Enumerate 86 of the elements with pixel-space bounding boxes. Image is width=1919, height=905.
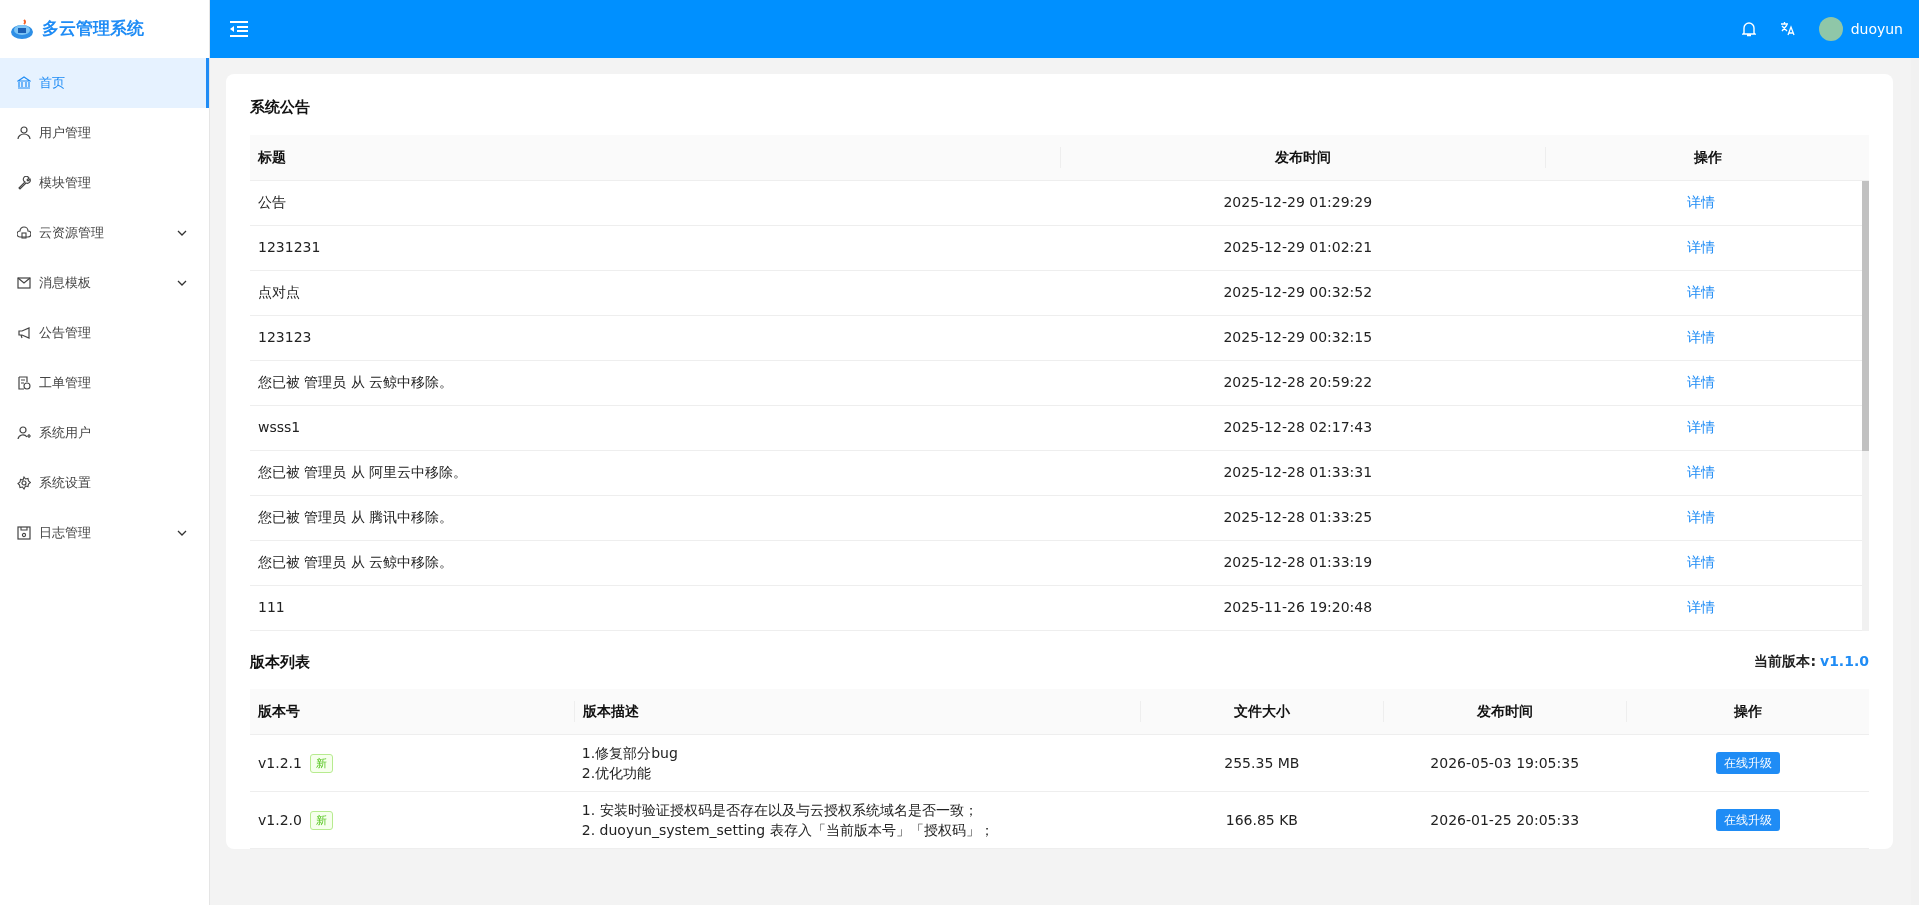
table-cell-text: 2025-12-29 01:29:29 (1222, 193, 1374, 212)
table-cell-text: 您已被 管理员 从 腾讯中移除。 (257, 508, 455, 527)
table-cell-text: 2025-12-28 01:33:19 (1222, 553, 1374, 572)
column-header: 操作 (1626, 701, 1869, 722)
current-version-label: 当前版本: (1754, 652, 1816, 672)
table-cell-text: v1.2.0 (258, 810, 302, 830)
table-cell-text: 111 (257, 598, 286, 617)
table-cell-text: 您已被 管理员 从 阿里云中移除。 (257, 463, 469, 482)
table-cell-text: 2025-12-28 01:33:25 (1222, 508, 1374, 527)
sidebar-item[interactable]: 模块管理 (0, 158, 209, 208)
user-plus-icon (17, 426, 31, 440)
table-cell-text: 2025-12-28 20:59:22 (1222, 373, 1374, 392)
upgrade-button[interactable]: 在线升级 (1715, 752, 1780, 774)
details-link[interactable]: 详情 (1686, 284, 1715, 300)
sidebar-item[interactable]: 首页 (0, 58, 209, 108)
table-cell-text: v1.2.1 (258, 753, 302, 773)
current-version: v1.1.0 (1820, 652, 1869, 672)
table-cell-text: 166.85 KB (1224, 810, 1299, 830)
column-header: 文件大小 (1140, 701, 1384, 722)
table-cell-text: 2026-01-25 20:05:33 (1429, 810, 1581, 830)
table-cell-text: 您已被 管理员 从 云鲸中移除。 (257, 373, 455, 392)
sidebar-item[interactable]: 消息模板 (0, 258, 209, 308)
details-link[interactable]: 详情 (1686, 554, 1715, 570)
table-cell-text: 2025-12-29 00:32:15 (1222, 328, 1374, 347)
sidebar-item[interactable]: 用户管理 (0, 108, 209, 158)
section-title: 系统公告 (250, 97, 311, 118)
chevron-down-icon (177, 230, 187, 236)
settings-icon (17, 476, 31, 490)
table-cell-text: wsss1 (257, 418, 302, 437)
sidebar-item[interactable]: 系统设置 (0, 458, 209, 508)
cloud-logo-icon (10, 18, 34, 40)
table-cell-text: 123123 (257, 328, 313, 347)
details-link[interactable]: 详情 (1686, 509, 1715, 525)
wrench-icon (17, 176, 31, 190)
user-name[interactable]: duoyun (1850, 18, 1903, 40)
description-line: 2. duoyun_system_setting 表存入「当前版本号」「授权码」； (581, 821, 995, 840)
document-icon (17, 376, 31, 390)
table-cell-text: 2025-12-29 01:02:21 (1222, 238, 1374, 257)
user-icon (17, 126, 31, 140)
scrollbar[interactable] (1862, 180, 1869, 631)
megaphone-icon (17, 326, 31, 340)
new-tag: 新 (309, 753, 333, 773)
column-header: 发布时间 (1059, 146, 1546, 168)
details-link[interactable]: 详情 (1686, 239, 1715, 255)
details-link[interactable]: 详情 (1686, 599, 1715, 615)
envelope-icon (17, 276, 31, 290)
table-cell-text: 2025-12-29 00:32:52 (1222, 283, 1374, 302)
table-cell-text: 1231231 (257, 238, 322, 257)
sidebar-item[interactable]: 公告管理 (0, 308, 209, 358)
section-title: 版本列表 (250, 651, 310, 673)
details-link[interactable]: 详情 (1686, 464, 1715, 480)
translate-icon[interactable] (1779, 22, 1795, 36)
chevron-down-icon (177, 280, 187, 286)
cloud-icon (17, 226, 31, 240)
description-line: 2.优化功能 (581, 764, 653, 783)
upgrade-button[interactable]: 在线升级 (1715, 809, 1780, 831)
chevron-down-icon (177, 530, 187, 536)
column-header: 标题 (257, 147, 287, 167)
details-link[interactable]: 详情 (1686, 194, 1715, 210)
description-line: 1. 安装时验证授权码是否存在以及与云授权系统域名是否一致； (581, 801, 979, 820)
details-link[interactable]: 详情 (1686, 419, 1715, 435)
sidebar-item[interactable]: 日志管理 (0, 508, 209, 558)
table-cell-text: 点对点 (257, 283, 301, 302)
new-tag: 新 (309, 810, 333, 830)
sidebar-item[interactable]: 系统用户 (0, 408, 209, 458)
table-cell-text: 2025-11-26 19:20:48 (1222, 598, 1374, 617)
menu-collapse-icon[interactable] (230, 21, 248, 37)
column-header: 操作 (1545, 146, 1869, 168)
details-link[interactable]: 详情 (1686, 329, 1715, 345)
table-cell-text: 255.35 MB (1223, 753, 1301, 773)
sidebar-item[interactable]: 工单管理 (0, 358, 209, 408)
table-cell-text: 2025-12-28 01:33:31 (1222, 463, 1374, 482)
table-cell-text: 2025-12-28 02:17:43 (1222, 418, 1374, 437)
column-header: 版本描述 (573, 701, 1141, 722)
app-title: 多云管理系统 (42, 17, 144, 41)
table-cell-text: 公告 (257, 193, 287, 212)
bell-icon[interactable] (1741, 21, 1756, 37)
column-header: 版本号 (257, 702, 301, 721)
description-line: 1.修复部分bug (581, 744, 679, 763)
details-link[interactable]: 详情 (1686, 374, 1715, 390)
bank-icon (17, 76, 31, 90)
avatar[interactable] (1818, 17, 1843, 41)
sidebar-item[interactable]: 云资源管理 (0, 208, 209, 258)
table-cell-text: 2026-05-03 19:05:35 (1429, 753, 1581, 773)
table-cell-text: 您已被 管理员 从 云鲸中移除。 (257, 553, 455, 572)
column-header: 发布时间 (1383, 701, 1627, 722)
